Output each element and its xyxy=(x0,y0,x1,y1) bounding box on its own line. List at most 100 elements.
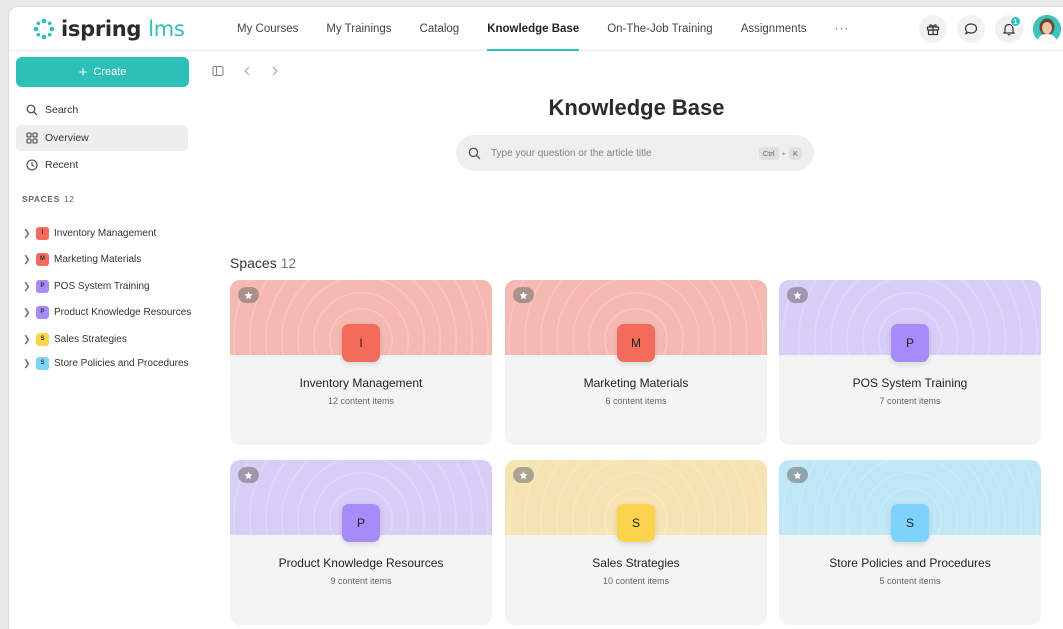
chevron-right-icon[interactable]: ❯ xyxy=(23,307,31,318)
avatar-portrait-icon xyxy=(1033,15,1061,43)
chevron-right-icon[interactable]: ❯ xyxy=(23,254,31,265)
app-window: ispring lms My Courses My Trainings Cata… xyxy=(8,6,1063,629)
sidebar-toggle-icon[interactable] xyxy=(212,65,224,77)
clock-icon xyxy=(26,159,38,171)
create-label: Create xyxy=(93,66,127,78)
search-icon xyxy=(468,147,481,159)
nav-my-courses[interactable]: My Courses xyxy=(223,7,312,51)
spaces-heading-label: SPACES xyxy=(22,194,60,204)
space-tile-icon: P xyxy=(342,504,380,542)
space-card-sales-strategies[interactable]: S Sales Strategies 10 content items xyxy=(505,460,767,625)
favorite-star-button[interactable] xyxy=(513,467,534,483)
space-card-store-policies-and-procedures[interactable]: S Store Policies and Procedures 5 conten… xyxy=(779,460,1041,625)
card-content-count: 7 content items xyxy=(879,396,941,406)
chevron-right-icon[interactable]: ❯ xyxy=(23,358,31,369)
back-arrow-icon[interactable] xyxy=(242,65,252,77)
nav-on-the-job-training[interactable]: On-The-Job Training xyxy=(593,7,726,51)
space-tile-icon: S xyxy=(617,504,655,542)
sidebar-item-recent[interactable]: Recent xyxy=(16,152,188,178)
user-avatar[interactable] xyxy=(1033,15,1061,43)
space-tile-icon: S xyxy=(891,504,929,542)
notifications-button[interactable]: 1 xyxy=(995,15,1023,43)
logo-text: ispring lms xyxy=(61,17,185,41)
logo-mark-icon xyxy=(33,18,55,40)
tree-item-label: Sales Strategies xyxy=(54,333,127,345)
tree-item-label: Store Policies and Procedures xyxy=(54,357,189,369)
card-content-count: 5 content items xyxy=(879,576,941,586)
favorite-star-button[interactable] xyxy=(787,467,808,483)
space-card-inventory-management[interactable]: I Inventory Management 12 content items xyxy=(230,280,492,445)
search-icon xyxy=(26,104,38,116)
logo[interactable]: ispring lms xyxy=(33,15,185,43)
shortcut-plus: + xyxy=(781,148,786,158)
star-icon xyxy=(793,290,802,299)
spaces-heading-count: 12 xyxy=(63,194,75,204)
card-content-count: 12 content items xyxy=(327,396,395,406)
search-bar[interactable]: Ctrl + K xyxy=(456,135,814,171)
space-card-marketing-materials[interactable]: M Marketing Materials 6 content items xyxy=(505,280,767,445)
nav-assignments[interactable]: Assignments xyxy=(727,7,821,51)
space-tile-icon: P xyxy=(891,324,929,362)
space-icon: P xyxy=(36,279,49,293)
star-icon xyxy=(793,470,802,479)
sidebar-item-overview[interactable]: Overview xyxy=(16,125,188,151)
top-bar: ispring lms My Courses My Trainings Cata… xyxy=(9,7,1063,51)
space-icon: S xyxy=(36,356,49,370)
star-icon xyxy=(519,290,528,299)
toolbar xyxy=(212,65,280,77)
card-title: Sales Strategies xyxy=(592,556,680,570)
favorite-star-button[interactable] xyxy=(787,287,808,303)
sidebar-item-label: Overview xyxy=(45,132,89,144)
chevron-right-icon[interactable]: ❯ xyxy=(23,281,31,292)
favorite-star-button[interactable] xyxy=(238,287,259,303)
tree-item-label: POS System Training xyxy=(54,280,150,292)
space-card-product-knowledge-resources[interactable]: P Product Knowledge Resources 9 content … xyxy=(230,460,492,625)
sidebar: + Create Search Overview Recent SPACES 12… xyxy=(9,51,199,629)
tree-item-store-policies-and-procedures[interactable]: ❯ S Store Policies and Procedures xyxy=(23,353,199,373)
favorite-star-button[interactable] xyxy=(238,467,259,483)
nav-catalog[interactable]: Catalog xyxy=(406,7,474,51)
tree-item-marketing-materials[interactable]: ❯ M Marketing Materials xyxy=(23,249,199,269)
chevron-right-icon[interactable]: ❯ xyxy=(23,334,31,345)
card-title: Inventory Management xyxy=(299,376,423,390)
search-input[interactable] xyxy=(491,147,749,159)
tree-item-product-knowledge-resources[interactable]: ❯ P Product Knowledge Resources xyxy=(23,302,199,322)
spaces-section-label: Spaces xyxy=(230,255,277,271)
spaces-heading: SPACES 12 xyxy=(22,194,75,204)
chevron-right-icon[interactable]: ❯ xyxy=(23,228,31,239)
space-card-pos-system-training[interactable]: P POS System Training 7 content items xyxy=(779,280,1041,445)
card-title: Product Knowledge Resources xyxy=(278,556,444,570)
star-icon xyxy=(519,470,528,479)
notification-badge: 1 xyxy=(1010,16,1021,27)
favorite-star-button[interactable] xyxy=(513,287,534,303)
space-tile-icon: M xyxy=(617,324,655,362)
tree-item-label: Inventory Management xyxy=(54,227,157,239)
sidebar-item-label: Search xyxy=(45,104,79,116)
star-icon xyxy=(244,290,253,299)
keyboard-shortcut: Ctrl + K xyxy=(758,146,802,160)
space-icon: I xyxy=(36,226,49,240)
chat-button[interactable] xyxy=(957,15,985,43)
tree-item-pos-system-training[interactable]: ❯ P POS System Training xyxy=(23,276,199,296)
card-title: Store Policies and Procedures xyxy=(829,556,991,570)
nav-more-button[interactable]: ··· xyxy=(821,7,864,51)
gift-button[interactable] xyxy=(919,15,947,43)
card-content-count: 9 content items xyxy=(330,576,392,586)
space-icon: M xyxy=(36,252,49,266)
page-title: Knowledge Base xyxy=(548,95,725,120)
gift-icon xyxy=(926,24,940,36)
shortcut-ctrl-key: Ctrl xyxy=(758,146,779,160)
tree-item-inventory-management[interactable]: ❯ I Inventory Management xyxy=(23,223,199,243)
sidebar-item-search[interactable]: Search xyxy=(16,97,188,123)
shortcut-k-key: K xyxy=(788,146,802,160)
star-icon xyxy=(244,470,253,479)
nav-knowledge-base[interactable]: Knowledge Base xyxy=(473,7,593,51)
logo-accent-text: lms xyxy=(148,17,185,41)
space-icon: P xyxy=(36,305,49,319)
tree-item-sales-strategies[interactable]: ❯ S Sales Strategies xyxy=(23,329,199,349)
forward-arrow-icon[interactable] xyxy=(270,65,280,77)
create-button[interactable]: + Create xyxy=(16,57,189,87)
logo-main-text: ispring xyxy=(61,17,142,41)
spaces-section-count: 12 xyxy=(280,255,297,271)
nav-my-trainings[interactable]: My Trainings xyxy=(312,7,405,51)
